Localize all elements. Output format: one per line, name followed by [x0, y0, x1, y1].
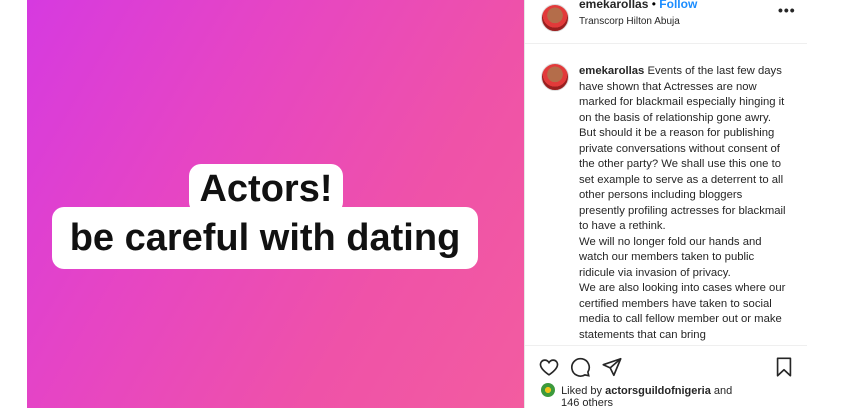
likes-summary: Liked by actorsguildofnigeria and — [541, 383, 732, 398]
liker-avatar[interactable] — [541, 383, 555, 397]
liker-username[interactable]: actorsguildofnigeria — [605, 385, 711, 397]
caption-line-2: be careful with dating — [52, 207, 478, 269]
post-side-panel: emekarollas • Follow Transcorp Hilton Ab… — [524, 0, 807, 409]
follow-button[interactable]: Follow — [659, 0, 697, 11]
comment-avatar[interactable] — [541, 63, 569, 91]
share-icon[interactable] — [601, 356, 623, 378]
divider — [525, 345, 807, 346]
comment-paragraph-2: We will no longer fold our hands and wat… — [579, 235, 762, 279]
more-horizontal-icon[interactable]: ••• — [778, 2, 796, 18]
divider — [525, 43, 807, 44]
comment-paragraph-3: We are also looking into cases where our… — [579, 282, 786, 341]
location-link[interactable]: Transcorp Hilton Abuja — [579, 16, 680, 27]
post-header: emekarollas • Follow — [579, 0, 697, 11]
likes-suffix: and — [713, 385, 733, 397]
likes-prefix: Liked by — [561, 385, 603, 397]
comment-paragraph-1: Events of the last few days have shown t… — [579, 65, 786, 232]
header-separator: • — [651, 0, 656, 11]
comment-username[interactable]: emekarollas — [579, 65, 644, 77]
comment-icon[interactable] — [569, 356, 591, 378]
heart-icon[interactable] — [538, 356, 560, 378]
author-username[interactable]: emekarollas — [579, 0, 648, 11]
author-avatar[interactable] — [541, 4, 569, 32]
likes-others-link[interactable]: 146 others — [561, 397, 613, 409]
caption-comment: emekarollas Events of the last few days … — [579, 64, 789, 343]
bookmark-icon[interactable] — [773, 356, 795, 378]
